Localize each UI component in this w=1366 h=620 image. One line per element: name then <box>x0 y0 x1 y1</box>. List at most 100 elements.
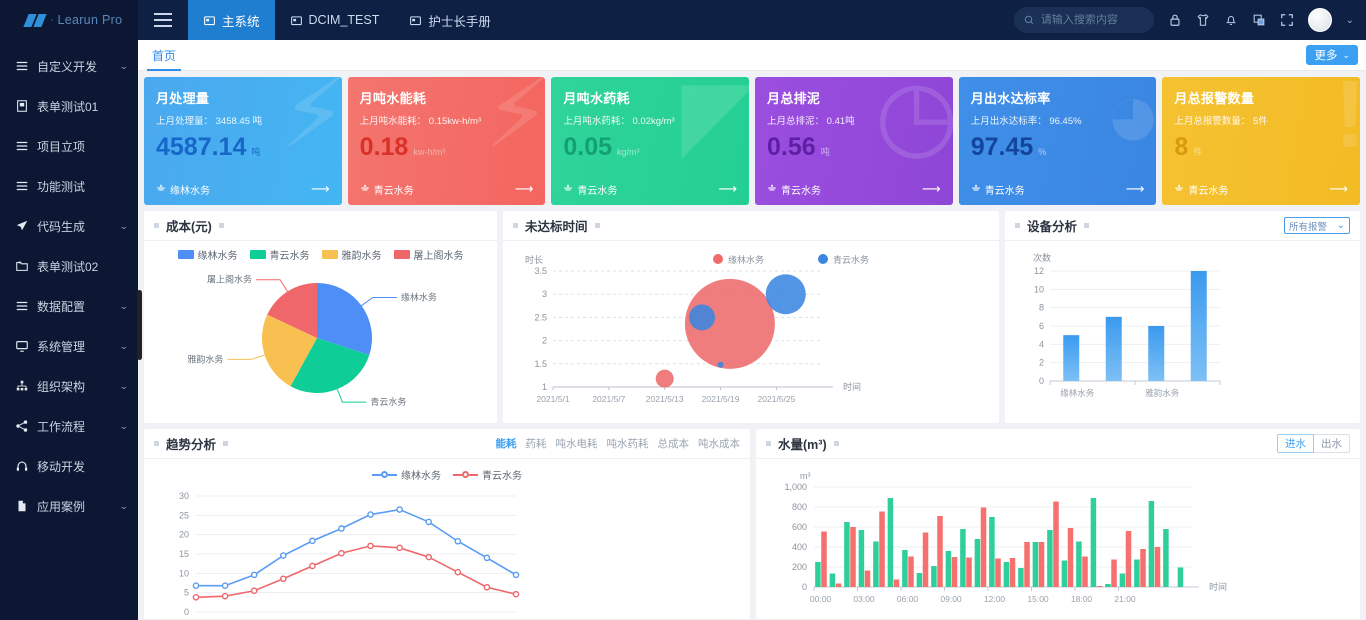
avatar[interactable] <box>1308 8 1332 32</box>
kpi-card-2[interactable]: ⚡月吨水能耗上月吨水能耗： 0.15kw-h/m³0.18kw-h/m³青云水务… <box>348 77 546 205</box>
trend-tab-3[interactable]: 吨水电耗 <box>556 436 598 451</box>
sidebar-item-8[interactable]: 系统管理⌄ <box>0 326 138 366</box>
fullscreen-icon[interactable] <box>1280 13 1294 27</box>
search-box[interactable] <box>1014 7 1154 33</box>
svg-text:5: 5 <box>184 588 189 598</box>
search-input[interactable] <box>1041 14 1144 26</box>
arrow-right-icon[interactable]: ⟶ <box>311 181 330 197</box>
chevron-down-icon: ⌄ <box>1337 220 1345 231</box>
arrow-right-icon[interactable]: ⟶ <box>1329 181 1348 197</box>
sidebar-item-6[interactable]: 表单测试02 <box>0 246 138 286</box>
svg-text:雅韵水务: 雅韵水务 <box>187 353 223 364</box>
trend-metric-tabs: 能耗药耗吨水电耗吨水药耗总成本吨水成本 <box>496 436 741 451</box>
arrow-right-icon[interactable]: ⟶ <box>718 181 737 197</box>
chevron-down-icon[interactable]: ⌄ <box>1346 15 1354 26</box>
sidebar-item-1[interactable]: 自定义开发⌄ <box>0 46 138 86</box>
kpi-card-1[interactable]: ⚡月处理量上月处理量： 3458.45 吨4587.14吨缘林水务⟶ <box>144 77 342 205</box>
brand-logo[interactable]: ·Learun Pro <box>0 0 138 40</box>
arrow-right-icon[interactable]: ⟶ <box>922 181 941 197</box>
sidebar-item-3[interactable]: 项目立项 <box>0 126 138 166</box>
legend-label: 缘林水务 <box>401 467 441 482</box>
panel-cost: 成本(元) 缘林水务青云水务雅韵水务屠上阁水务 缘林水务青云水务雅韵水务屠上阁水… <box>144 211 497 423</box>
kpi-unit: kw-h/m³ <box>413 147 445 157</box>
square-icon <box>766 441 771 446</box>
sidebar-item-5[interactable]: 代码生成⌄ <box>0 206 138 246</box>
legend-item[interactable]: 屠上阁水务 <box>394 247 464 262</box>
svg-text:0: 0 <box>802 582 807 592</box>
svg-text:400: 400 <box>792 542 807 552</box>
menu-toggle-button[interactable] <box>138 0 188 40</box>
svg-text:雅韵水务: 雅韵水务 <box>1145 388 1180 398</box>
svg-text:m³: m³ <box>800 471 811 481</box>
top-tab-2[interactable]: DCIM_TEST <box>275 0 395 40</box>
trend-tab-1[interactable]: 能耗 <box>496 436 517 451</box>
panel-title: 水量(m³) <box>778 434 827 453</box>
panel-water: 水量(m³) 进水出水 m³02004006008001,000时间00:000… <box>756 429 1360 619</box>
sidebar-item-10[interactable]: 工作流程⌄ <box>0 406 138 446</box>
kpi-card-4[interactable]: ◷月总排泥上月总排泥： 0.41吨0.56吨青云水务⟶ <box>755 77 953 205</box>
trend-tab-6[interactable]: 吨水成本 <box>698 436 740 451</box>
arrow-right-icon[interactable]: ⟶ <box>515 181 534 197</box>
panel-trend-header: 趋势分析 能耗药耗吨水电耗吨水药耗总成本吨水成本 <box>144 429 750 459</box>
legend-item[interactable]: 雅韵水务 <box>322 247 382 262</box>
svg-text:时间: 时间 <box>1209 581 1227 592</box>
panel-title: 设备分析 <box>1027 216 1077 235</box>
svg-text:18:00: 18:00 <box>1071 594 1093 604</box>
legend-item[interactable]: 缘林水务 <box>178 247 238 262</box>
sidebar-item-label: 系统管理 <box>37 338 120 355</box>
kpi-card-3[interactable]: ◤月吨水药耗上月吨水药耗： 0.02kg/m³0.05kg/m³青云水务⟶ <box>551 77 749 205</box>
sidebar-item-2[interactable]: 表单测试01 <box>0 86 138 126</box>
arrow-right-icon[interactable]: ⟶ <box>1126 181 1145 197</box>
kpi-title: 月处理量 <box>156 88 330 107</box>
top-tab-3[interactable]: 护士长手册 <box>394 0 506 40</box>
bell-icon[interactable] <box>1224 13 1238 27</box>
svg-text:2021/5/13: 2021/5/13 <box>646 394 684 404</box>
sidebar-item-7[interactable]: 数据配置⌄ <box>0 286 138 326</box>
sidebar-item-9[interactable]: 组织架构⌄ <box>0 366 138 406</box>
alarm-filter-select[interactable]: 所有报警 ⌄ <box>1284 217 1350 234</box>
water-seg-2[interactable]: 出水 <box>1314 434 1350 453</box>
lock-icon[interactable] <box>1168 13 1182 27</box>
legend-item[interactable]: 青云水务 <box>250 247 310 262</box>
legend-marker <box>372 471 397 478</box>
square-icon <box>1084 223 1089 228</box>
legend-label: 缘林水务 <box>198 247 238 262</box>
sidebar-scrollbar[interactable] <box>137 290 142 360</box>
svg-text:2021/5/1: 2021/5/1 <box>536 394 569 404</box>
shirt-icon[interactable] <box>1196 13 1210 27</box>
more-button[interactable]: 更多 ⌄ <box>1306 45 1358 65</box>
top-tab-1[interactable]: 主系统 <box>188 0 275 40</box>
legend-item[interactable]: 青云水务 <box>453 467 522 482</box>
dashboard-content: ⚡月处理量上月处理量： 3458.45 吨4587.14吨缘林水务⟶⚡月吨水能耗… <box>138 71 1366 620</box>
copy-icon[interactable] <box>1252 13 1266 27</box>
legend-swatch <box>250 250 266 259</box>
legend-swatch <box>178 250 194 259</box>
logo-mark-icon <box>26 14 46 27</box>
kpi-title: 月总排泥 <box>767 88 941 107</box>
sitemap-icon <box>14 379 30 393</box>
panel-substandard: 未达标时间 时长11.522.533.5时间2021/5/12021/5/720… <box>503 211 999 423</box>
water-direction-segmented: 进水出水 <box>1277 434 1350 453</box>
kpi-unit: 件 <box>1193 145 1202 158</box>
legend-item[interactable]: 缘林水务 <box>372 467 441 482</box>
sidebar-item-12[interactable]: 应用案例⌄ <box>0 486 138 526</box>
water-seg-1[interactable]: 进水 <box>1277 434 1314 453</box>
trend-tab-2[interactable]: 药耗 <box>526 436 547 451</box>
kpi-card-row: ⚡月处理量上月处理量： 3458.45 吨4587.14吨缘林水务⟶⚡月吨水能耗… <box>144 77 1360 205</box>
tab-home[interactable]: 首页 <box>138 40 190 71</box>
window-icon <box>409 14 422 27</box>
trend-tab-5[interactable]: 总成本 <box>658 436 690 451</box>
trend-tab-4[interactable]: 吨水药耗 <box>607 436 649 451</box>
svg-text:00:00: 00:00 <box>810 594 832 604</box>
kpi-subtitle: 上月处理量： 3458.45 吨 <box>156 113 330 127</box>
alarm-filter-value: 所有报警 <box>1289 219 1327 233</box>
substandard-bubble-chart: 时长11.522.533.5时间2021/5/12021/5/72021/5/1… <box>503 241 999 421</box>
org-icon <box>1174 183 1184 196</box>
kpi-card-6[interactable]: !月总报警数量上月总报警数量： 5件8件青云水务⟶ <box>1162 77 1360 205</box>
kpi-unit: % <box>1038 147 1046 157</box>
sidebar-item-4[interactable]: 功能测试 <box>0 166 138 206</box>
sidebar-item-11[interactable]: 移动开发 <box>0 446 138 486</box>
svg-text:800: 800 <box>792 502 807 512</box>
kpi-card-5[interactable]: ◕月出水达标率上月出水达标率： 96.45%97.45%青云水务⟶ <box>959 77 1157 205</box>
svg-text:10: 10 <box>179 568 189 578</box>
